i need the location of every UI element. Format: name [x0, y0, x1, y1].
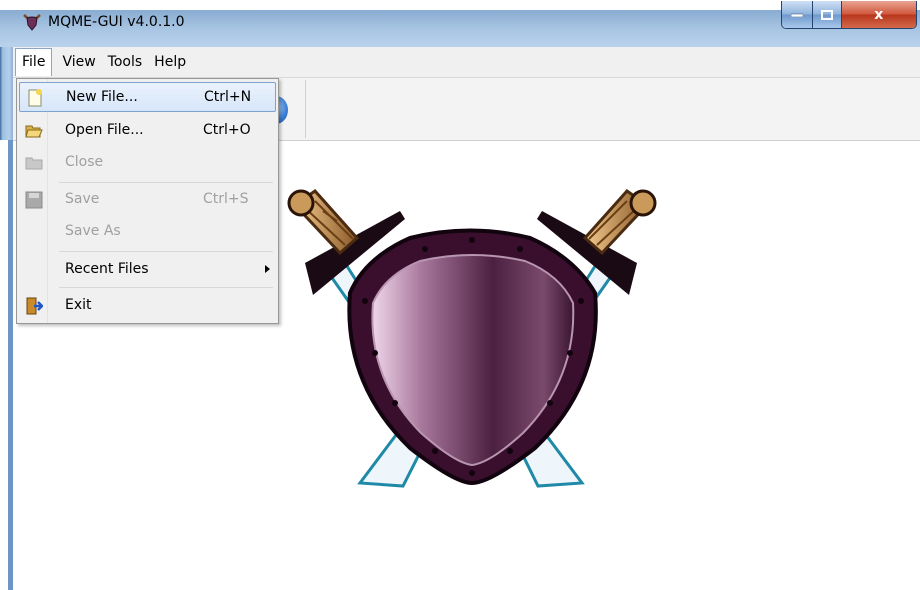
menu-separator [59, 182, 273, 183]
folder-open-icon [25, 125, 43, 138]
menu-item-label: Recent Files [65, 261, 149, 277]
menu-separator [59, 251, 273, 252]
menu-item-label: Save [65, 191, 100, 207]
toolbar-separator [305, 80, 306, 138]
menu-item-label: Open File... [65, 122, 144, 138]
menu-item-save[interactable]: Save Ctrl+S [19, 185, 276, 215]
minimize-button[interactable] [782, 1, 813, 28]
menu-bar: File View Tools Help [13, 47, 920, 78]
menu-item-shortcut: Ctrl+S [203, 191, 249, 207]
close-icon: x [874, 6, 884, 23]
file-menu-dropdown: New File... Ctrl+N Open File... Ctrl+O C… [16, 78, 279, 324]
menu-help[interactable]: Help [148, 49, 192, 75]
maximize-icon [820, 9, 833, 20]
menu-view[interactable]: View [56, 49, 101, 75]
menu-item-open-file[interactable]: Open File... Ctrl+O [19, 116, 276, 146]
new-file-icon [28, 89, 42, 107]
window-caption-buttons: x [781, 1, 917, 29]
menu-item-new-file[interactable]: New File... Ctrl+N [19, 82, 276, 112]
menu-item-label: Save As [65, 223, 121, 239]
menu-item-recent-files[interactable]: Recent Files [19, 255, 276, 285]
menu-item-label: Exit [65, 297, 92, 313]
shield-swords-logo [285, 183, 659, 491]
menu-item-label: New File... [66, 89, 138, 105]
menu-item-shortcut: Ctrl+N [204, 89, 252, 105]
window-title: MQME-GUI v4.0.1.0 [48, 14, 185, 30]
app-shield-icon[interactable] [22, 12, 42, 32]
screen-left-edge [0, 140, 8, 590]
menu-item-label: Close [65, 154, 104, 170]
minimize-icon [790, 13, 803, 17]
menu-item-close[interactable]: Close [19, 148, 276, 178]
folder-icon [25, 157, 43, 170]
menu-tools[interactable]: Tools [102, 49, 149, 75]
menu-item-shortcut: Ctrl+O [203, 122, 251, 138]
exit-door-icon [26, 297, 43, 315]
menu-item-save-as[interactable]: Save As [19, 217, 276, 247]
save-disk-icon [25, 191, 43, 209]
submenu-arrow-icon [265, 265, 270, 273]
menu-separator [59, 287, 273, 288]
close-button[interactable]: x [841, 1, 916, 28]
menu-file[interactable]: File [15, 48, 53, 76]
menu-item-exit[interactable]: Exit [19, 291, 276, 321]
maximize-button[interactable] [812, 1, 842, 28]
